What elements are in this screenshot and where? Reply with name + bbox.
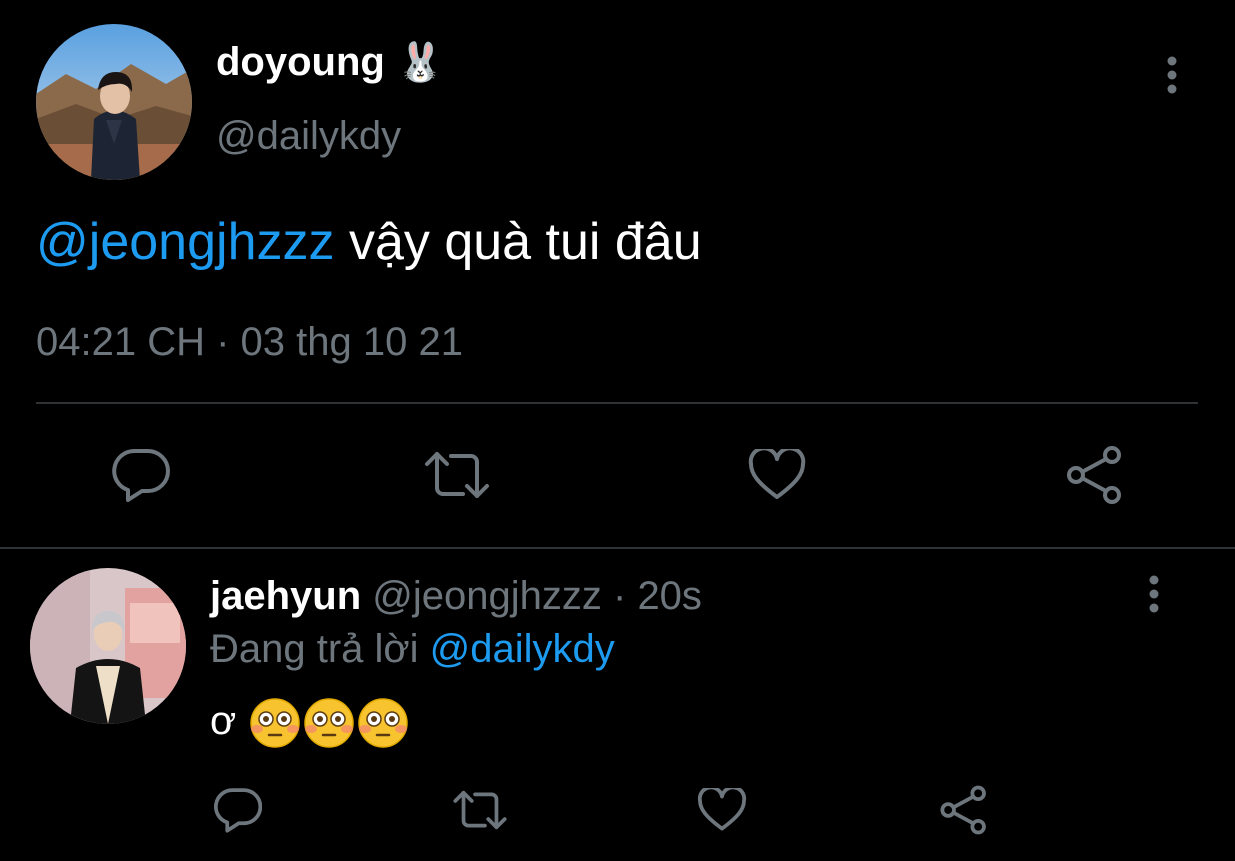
avatar-image [30, 568, 186, 724]
retweet-icon[interactable] [450, 775, 510, 845]
reply-time[interactable]: 20s [637, 574, 702, 618]
user-handle[interactable]: @dailykdy [216, 110, 401, 162]
replying-prefix: Đang trả lời [210, 627, 430, 671]
replying-to: Đang trả lời @dailykdy [210, 624, 615, 674]
like-icon[interactable] [692, 775, 752, 845]
mention-link[interactable]: @dailykdy [430, 627, 615, 671]
user-handle[interactable]: @jeongjhzzz [372, 574, 602, 618]
divider [36, 402, 1198, 404]
reply-header: jaehyun @jeongjhzzz · 20s [210, 571, 702, 621]
reply-tweet[interactable]: jaehyun @jeongjhzzz · 20s Đang trả lời @… [0, 549, 1235, 861]
avatar[interactable] [30, 568, 186, 724]
retweet-icon[interactable] [422, 440, 492, 510]
flushed-face-icon [304, 698, 355, 749]
tweet-timestamp[interactable]: 04:21 CH · 03 thg 10 21 [36, 316, 463, 368]
mention-link[interactable]: @jeongjhzzz [36, 213, 335, 271]
reply-icon[interactable] [208, 775, 268, 845]
display-name-text: doyoung [216, 40, 385, 84]
tweet-thread: doyoung 🐰 @dailykdy @jeongjhzzz vậy quà t… [0, 0, 1235, 861]
main-tweet: doyoung 🐰 @dailykdy @jeongjhzzz vậy quà t… [0, 0, 1235, 548]
more-options-icon[interactable] [1152, 50, 1192, 100]
avatar[interactable] [36, 24, 192, 180]
flushed-face-icon [250, 698, 301, 749]
share-icon[interactable] [1060, 440, 1130, 510]
tweet-body: vậy quà tui đâu [334, 213, 702, 271]
display-name[interactable]: jaehyun [210, 574, 361, 618]
separator: · [601, 574, 638, 618]
avatar-image [36, 24, 192, 180]
like-icon[interactable] [742, 440, 812, 510]
more-options-icon[interactable] [1134, 569, 1174, 619]
reply-text: ơ [210, 694, 409, 749]
reply-body: ơ [210, 699, 237, 743]
flushed-face-icon [358, 698, 409, 749]
tweet-text: @jeongjhzzz vậy quà tui đâu [36, 210, 702, 274]
reply-icon[interactable] [106, 440, 176, 510]
display-name[interactable]: doyoung 🐰 [216, 36, 444, 89]
rabbit-emoji: 🐰 [396, 42, 445, 84]
share-icon[interactable] [934, 775, 994, 845]
